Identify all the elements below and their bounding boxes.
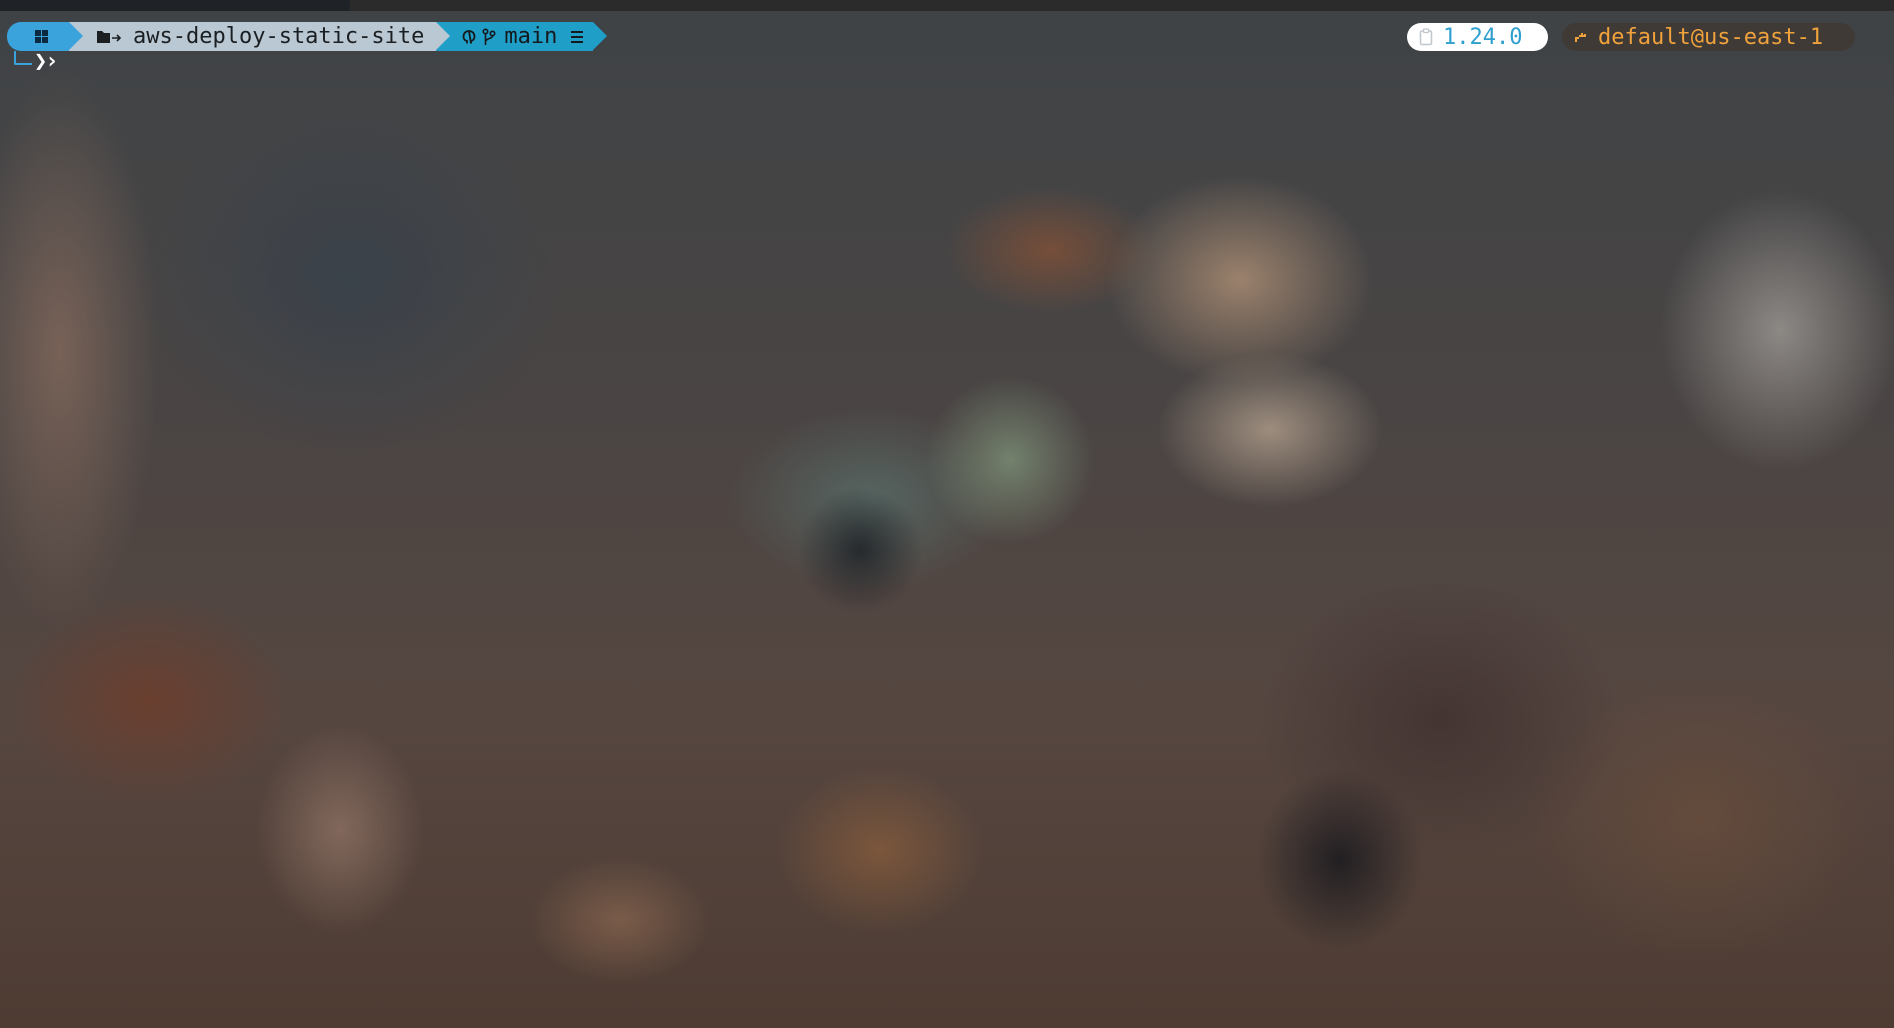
aws-key-icon (1574, 30, 1588, 44)
blurred-background (0, 0, 1894, 1028)
segment-separator (593, 22, 608, 50)
aws-profile-text: default@us-east-1 (1598, 24, 1824, 50)
prompt-connector (14, 51, 32, 65)
github-icon (463, 29, 476, 44)
folder-arrow-icon (97, 29, 123, 45)
version-text: 1.24.0 (1443, 24, 1523, 50)
segment-separator (436, 22, 451, 50)
clipboard-icon (1419, 28, 1433, 46)
active-tab-strip[interactable] (0, 0, 350, 11)
terminal-window[interactable]: aws-deploy-static-site main ❯› 1.24.0 de… (0, 0, 1894, 1028)
git-branch-icon (482, 27, 496, 45)
aws-profile-badge: default@us-east-1 (1562, 23, 1855, 51)
os-segment (7, 22, 83, 51)
segment-separator (69, 22, 83, 50)
version-badge: 1.24.0 (1407, 23, 1548, 51)
prompt-chevron-icon: ❯› (34, 49, 58, 74)
windows-icon (34, 30, 48, 43)
command-input-line[interactable]: ❯› (10, 49, 70, 77)
git-segment: main (436, 22, 608, 51)
path-segment: aws-deploy-static-site (69, 22, 451, 51)
git-branch-name: main (504, 24, 558, 49)
equal-status-icon (571, 30, 584, 43)
title-bar (0, 0, 1894, 11)
prompt-line: aws-deploy-static-site main (7, 22, 608, 51)
current-directory: aws-deploy-static-site (133, 24, 425, 49)
